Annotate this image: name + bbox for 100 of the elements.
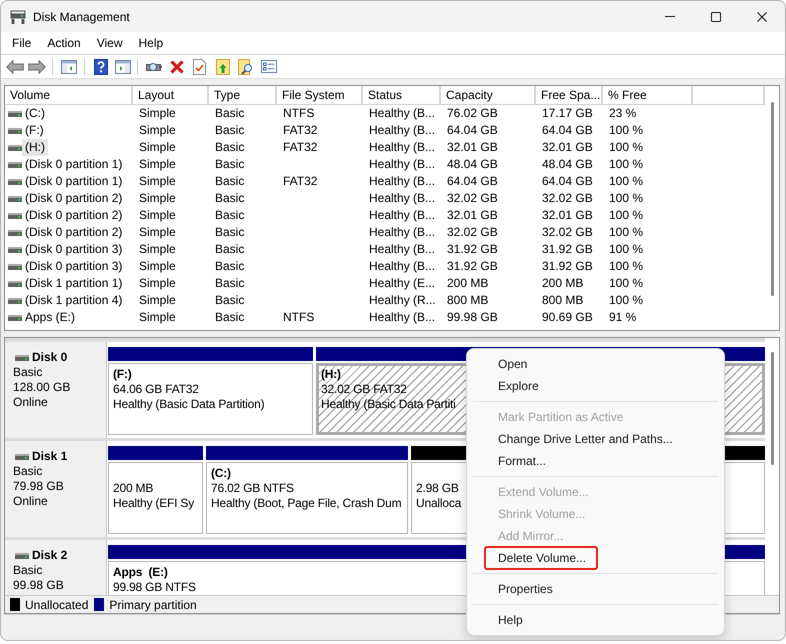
table-cell-text: Simple [138,173,177,190]
column-header[interactable]: Type [209,86,277,104]
app-icon [10,10,26,24]
table-cell-text: Healthy (B... [368,190,436,207]
table-cell-text: 32.02 GB [446,190,499,207]
column-header[interactable]: File System [277,86,363,104]
menu-item[interactable]: Format... [467,450,724,472]
table-cell-text: Basic [214,292,246,309]
partition-status: Healthy (EFI Sy [113,496,194,511]
legend-label: Unallocated [25,596,88,614]
table-cell-text: 32.02 GB [541,190,594,207]
disk-type: Basic [13,464,44,479]
table-cell-text: NTFS [282,309,316,326]
menu-bar-item[interactable]: File [5,33,38,53]
column-header[interactable]: Layout [133,86,209,104]
table-cell-text: 64.04 GB [446,173,499,190]
table-cell-text: Simple [138,309,177,326]
column-header[interactable]: Free Spa... [536,86,603,104]
table-cell-text: 100 % [608,122,644,139]
table-cell-text: Basic [214,241,246,258]
table-cell-text: (Disk 0 partition 2) [24,224,124,241]
table-cell-text: 31.92 GB [541,258,594,275]
disk-name: Disk 2 [32,548,68,563]
table-cell-text: (C:) [24,105,46,122]
menu-item[interactable]: Change Drive Letter and Paths... [467,428,724,450]
table-cell-text: (Disk 0 partition 2) [24,207,124,224]
table-cell-text: Simple [138,105,177,122]
table-cell-text: Healthy (E... [368,275,436,292]
drive-icon [8,264,22,270]
partition-size: 99.98 GB NTFS [113,580,196,595]
table-cell-text: 200 MB [541,275,584,292]
table-cell-text: 100 % [608,139,644,156]
table-cell-text: 31.92 GB [446,241,499,258]
table-cell-text: Healthy (B... [368,309,436,326]
menu-bar-item[interactable]: View [90,33,130,53]
minimize-icon [665,16,675,17]
partition-size: 76.02 GB NTFS [211,481,294,496]
partition-box[interactable]: (C:) 76.02 GB NTFS Healthy (Boot, Page File, Crash Dum [206,462,408,534]
close-icon [757,12,767,22]
table-cell-text: Healthy (B... [368,224,436,241]
table-cell-text: 100 % [608,207,644,224]
disk-status: Online [13,395,49,410]
scrollbar-thumb[interactable] [770,352,774,465]
column-header[interactable]: Volume [5,86,133,104]
table-cell-text: 32.01 GB [541,139,594,156]
partition-size: 200 MB [113,481,154,496]
table-cell-text: Simple [138,292,177,309]
table-cell-text: 32.01 GB [541,207,594,224]
table-cell-text: Healthy (B... [368,139,436,156]
table-cell-text: 800 MB [541,292,584,309]
table-cell-text: 32.02 GB [541,224,594,241]
table-cell-text: Healthy (B... [368,241,436,258]
menu-item[interactable]: Help [467,609,724,631]
table-cell-text: 100 % [608,292,644,309]
drive-icon [8,230,22,236]
menu-item[interactable]: Explore [467,375,724,397]
partition-box[interactable]: 200 MB Healthy (EFI Sy [108,462,203,534]
table-cell-text: Basic [214,173,246,190]
table-cell-text: Basic [214,258,246,275]
disk-type: Basic [13,365,44,380]
disk-name: Disk 0 [32,350,68,365]
drive-icon [146,62,162,72]
partition-box[interactable]: (F:) 64.06 GB FAT32 Healthy (Basic Data Partition) [108,363,313,435]
table-cell-text: Healthy (B... [368,173,436,190]
table-cell-text: Simple [138,258,177,275]
menu-item[interactable]: Open [467,353,724,375]
scrollbar-thumb[interactable] [770,102,774,296]
table-cell-text: Simple [138,241,177,258]
table-cell-text: 100 % [608,156,644,173]
table-cell-text: (Disk 0 partition 2) [24,190,124,207]
column-header[interactable]: Capacity [441,86,536,104]
partition-label: Apps (E:) [113,565,168,580]
table-cell-text: 100 % [608,173,644,190]
partition-label: (H:) [321,367,341,382]
table-cell-text: Basic [214,122,246,139]
table-cell-text: 100 % [608,275,644,292]
menu-item[interactable]: Delete Volume... [484,546,598,570]
table-cell-text: FAT32 [282,139,318,156]
table-cell-text: Healthy (R... [368,292,437,309]
table-cell-text: 64.04 GB [446,122,499,139]
table-cell-text: 64.04 GB [541,122,594,139]
table-cell-text: 76.02 GB [446,105,499,122]
table-cell-text: (Disk 0 partition 3) [24,241,124,258]
drive-icon [8,128,22,134]
table-cell-text: Simple [138,224,177,241]
column-header[interactable]: Status [363,86,441,104]
table-cell-text: 64.04 GB [541,173,594,190]
table-cell-text: 32.02 GB [446,224,499,241]
partition-size: 32.02 GB FAT32 [321,382,407,397]
column-header[interactable]: % Free [603,86,693,104]
menu-bar-item[interactable]: Help [132,33,170,53]
drive-icon [8,298,22,304]
menu-bar-item[interactable]: Action [40,33,88,53]
table-cell-text: 100 % [608,241,644,258]
table-cell-text: Healthy (B... [368,105,436,122]
table-cell-text: 91 % [608,309,638,326]
table-cell-text: Basic [214,190,246,207]
legend-label: Primary partition [109,596,197,614]
partition-size: 2.98 GB [416,481,459,496]
drive-icon [8,162,22,168]
